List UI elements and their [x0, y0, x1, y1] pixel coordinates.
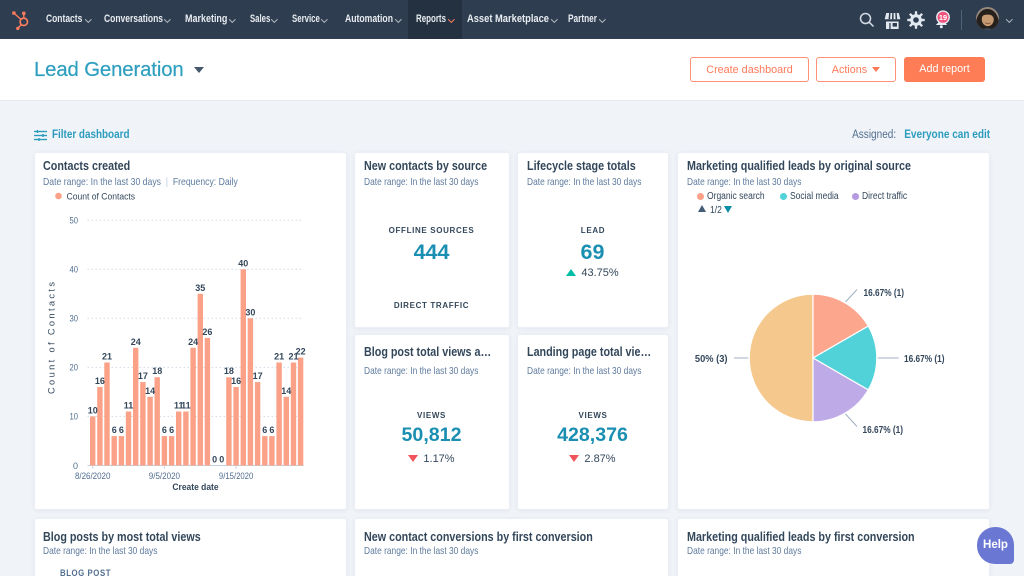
- svg-text:30: 30: [245, 307, 255, 317]
- svg-text:11: 11: [181, 401, 191, 411]
- svg-text:17: 17: [137, 371, 147, 381]
- svg-text:20: 20: [69, 363, 78, 373]
- svg-text:8/26/2020: 8/26/2020: [74, 470, 110, 481]
- svg-text:Count of Contacts: Count of Contacts: [66, 192, 135, 203]
- svg-text:19: 19: [939, 13, 947, 22]
- svg-text:6: 6: [161, 425, 166, 435]
- svg-text:24: 24: [130, 337, 140, 347]
- svg-text:Count of Contacts: Count of Contacts: [46, 282, 56, 394]
- svg-text:9/15/2020: 9/15/2020: [218, 470, 252, 481]
- svg-text:18: 18: [152, 366, 162, 376]
- svg-text:0: 0: [212, 455, 217, 465]
- svg-text:30: 30: [69, 314, 78, 324]
- svg-text:16: 16: [231, 376, 241, 386]
- svg-text:11: 11: [123, 401, 133, 411]
- svg-text:17: 17: [252, 371, 262, 381]
- svg-text:16.67% (1): 16.67% (1): [862, 425, 903, 436]
- svg-text:6: 6: [269, 425, 274, 435]
- svg-text:6: 6: [169, 425, 174, 435]
- svg-text:6: 6: [111, 425, 116, 435]
- svg-text:35: 35: [195, 283, 205, 293]
- svg-text:21: 21: [274, 352, 284, 362]
- svg-text:50% (3): 50% (3): [694, 354, 727, 365]
- svg-text:16.67% (1): 16.67% (1): [863, 288, 904, 299]
- svg-text:18: 18: [223, 366, 233, 376]
- svg-text:14: 14: [145, 386, 155, 396]
- svg-text:9/5/2020: 9/5/2020: [148, 470, 179, 481]
- svg-text:16.67% (1): 16.67% (1): [904, 354, 945, 365]
- svg-text:50: 50: [69, 216, 78, 226]
- svg-text:14: 14: [281, 386, 291, 396]
- svg-text:0: 0: [219, 455, 224, 465]
- svg-text:Create date: Create date: [172, 482, 218, 493]
- svg-text:16: 16: [94, 376, 104, 386]
- svg-text:26: 26: [202, 327, 212, 337]
- svg-text:6: 6: [262, 425, 267, 435]
- svg-text:6: 6: [118, 425, 123, 435]
- svg-text:10: 10: [69, 412, 78, 422]
- svg-text:22: 22: [295, 347, 305, 357]
- svg-text:40: 40: [238, 258, 248, 268]
- svg-text:10: 10: [87, 405, 97, 415]
- svg-text:24: 24: [188, 337, 198, 347]
- svg-text:21: 21: [101, 352, 111, 362]
- svg-text:40: 40: [69, 265, 78, 275]
